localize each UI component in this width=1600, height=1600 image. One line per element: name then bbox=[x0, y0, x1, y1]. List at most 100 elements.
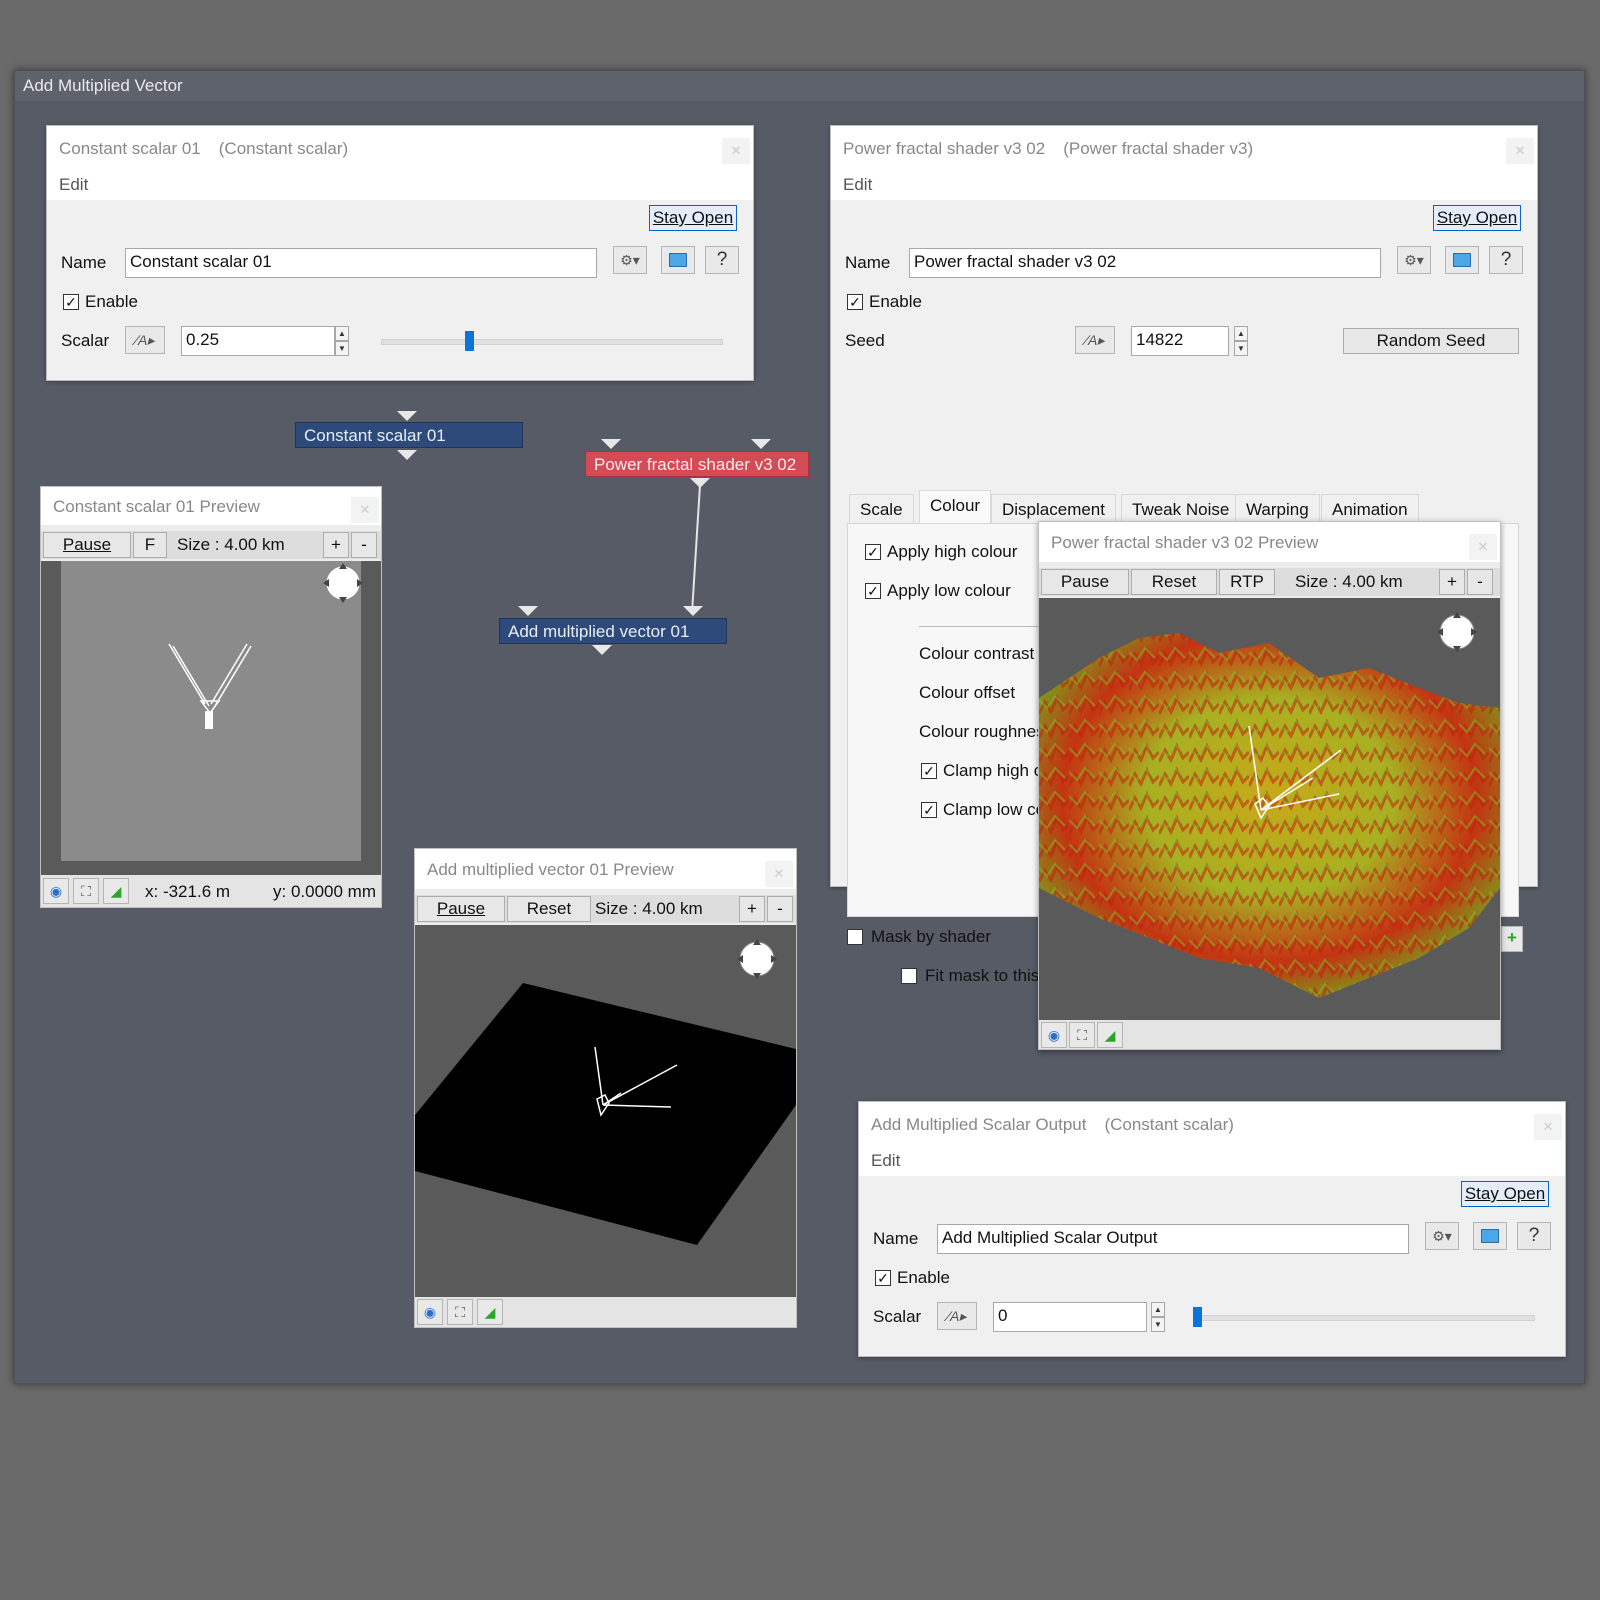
zoom-out-button[interactable]: - bbox=[351, 532, 377, 558]
tab-colour[interactable]: Colour bbox=[919, 490, 992, 524]
panel-title-text: Power fractal shader v3 02 bbox=[843, 139, 1046, 158]
graph-icon[interactable]: ◢ bbox=[103, 878, 129, 904]
apply-high-colour-label: Apply high colour bbox=[887, 542, 1018, 561]
zoom-out-button[interactable]: - bbox=[767, 896, 793, 922]
node-output-pin[interactable] bbox=[690, 478, 710, 488]
node-input-pin[interactable] bbox=[518, 606, 538, 616]
spin-up[interactable]: ▲ bbox=[335, 326, 349, 341]
scalar-label: Scalar bbox=[61, 331, 110, 350]
add-icon[interactable]: + bbox=[1501, 926, 1523, 952]
gear-icon[interactable]: ⚙▾ bbox=[613, 246, 647, 274]
tab-tweak-noise[interactable]: Tweak Noise bbox=[1121, 494, 1241, 524]
node-input-pin[interactable] bbox=[601, 439, 621, 449]
random-seed-button[interactable]: Random Seed bbox=[1343, 328, 1519, 354]
seed-field[interactable]: 14822 bbox=[1131, 326, 1229, 356]
frame-icon[interactable]: ⛶ bbox=[1069, 1022, 1095, 1048]
stay-open-button[interactable]: Stay Open bbox=[649, 205, 737, 231]
name-field[interactable]: Power fractal shader v3 02 bbox=[909, 248, 1381, 278]
spin-down[interactable]: ▼ bbox=[335, 341, 349, 356]
window-icon[interactable] bbox=[661, 246, 695, 274]
curve-menu-icon[interactable]: ∕A▸ bbox=[125, 326, 165, 354]
edit-menu[interactable]: Edit bbox=[47, 170, 753, 200]
pause-button[interactable]: Pause bbox=[43, 532, 131, 558]
frame-icon[interactable]: ⛶ bbox=[447, 1299, 473, 1325]
close-icon[interactable]: ✕ bbox=[722, 138, 750, 164]
apply-high-colour-checkbox[interactable]: ✓ bbox=[865, 544, 881, 560]
fit-mask-checkbox[interactable] bbox=[901, 968, 917, 984]
mask-by-shader-checkbox[interactable] bbox=[847, 929, 863, 945]
edit-menu[interactable]: Edit bbox=[831, 170, 1537, 200]
edit-menu[interactable]: Edit bbox=[859, 1146, 1565, 1176]
curve-menu-icon[interactable]: ∕A▸ bbox=[1075, 326, 1115, 354]
name-field[interactable]: Add Multiplied Scalar Output bbox=[937, 1224, 1409, 1254]
node-input-pin[interactable] bbox=[683, 606, 703, 616]
node-output-pin[interactable] bbox=[397, 450, 417, 460]
name-field[interactable]: Constant scalar 01 bbox=[125, 248, 597, 278]
graph-icon[interactable]: ◢ bbox=[1097, 1022, 1123, 1048]
close-icon[interactable]: ✕ bbox=[1506, 138, 1534, 164]
vector-preview-image[interactable] bbox=[415, 925, 796, 1297]
node-input-pin[interactable] bbox=[397, 411, 417, 421]
window-icon[interactable] bbox=[1473, 1222, 1507, 1250]
close-icon[interactable]: ✕ bbox=[351, 497, 379, 523]
clamp-high-checkbox[interactable]: ✓ bbox=[921, 763, 937, 779]
scalar-slider[interactable] bbox=[1193, 1315, 1535, 1321]
reset-button[interactable]: Reset bbox=[507, 896, 591, 922]
zoom-in-button[interactable]: + bbox=[1439, 569, 1465, 595]
tab-warping[interactable]: Warping bbox=[1235, 494, 1320, 524]
tab-displacement[interactable]: Displacement bbox=[991, 494, 1116, 524]
node-add-multiplied-vector[interactable]: Add multiplied vector 01 bbox=[499, 618, 727, 644]
enable-checkbox[interactable]: ✓ bbox=[63, 294, 79, 310]
eye-icon[interactable]: ◉ bbox=[417, 1299, 443, 1325]
graph-icon[interactable]: ◢ bbox=[477, 1299, 503, 1325]
slider-thumb[interactable] bbox=[465, 331, 474, 351]
scalar-slider[interactable] bbox=[381, 339, 723, 345]
zoom-in-button[interactable]: + bbox=[323, 532, 349, 558]
scalar-field[interactable]: 0.25 bbox=[181, 326, 335, 356]
enable-checkbox[interactable]: ✓ bbox=[847, 294, 863, 310]
node-input-pin[interactable] bbox=[751, 439, 771, 449]
spin-up[interactable]: ▲ bbox=[1234, 326, 1248, 341]
clamp-low-checkbox[interactable]: ✓ bbox=[921, 802, 937, 818]
terrain-preview-image[interactable] bbox=[1039, 598, 1500, 1020]
pause-button[interactable]: Pause bbox=[417, 896, 505, 922]
pause-button[interactable]: Pause bbox=[1041, 569, 1129, 595]
help-button[interactable]: ? bbox=[1517, 1222, 1551, 1250]
enable-checkbox[interactable]: ✓ bbox=[875, 1270, 891, 1286]
enable-label: Enable bbox=[85, 292, 138, 311]
tab-scale[interactable]: Scale bbox=[849, 494, 914, 524]
eye-icon[interactable]: ◉ bbox=[43, 878, 69, 904]
apply-low-colour-checkbox[interactable]: ✓ bbox=[865, 583, 881, 599]
constant-preview-image[interactable] bbox=[41, 561, 381, 875]
stay-open-button[interactable]: Stay Open bbox=[1461, 1181, 1549, 1207]
help-button[interactable]: ? bbox=[705, 246, 739, 274]
node-power-fractal[interactable]: Power fractal shader v3 02 bbox=[585, 451, 809, 477]
frame-icon[interactable]: ⛶ bbox=[73, 878, 99, 904]
panel-title: Power fractal shader v3 02 Preview bbox=[1039, 522, 1500, 562]
truncated-button[interactable]: F bbox=[133, 532, 167, 558]
eye-icon[interactable]: ◉ bbox=[1041, 1022, 1067, 1048]
curve-menu-icon[interactable]: ∕A▸ bbox=[937, 1302, 977, 1330]
gear-icon[interactable]: ⚙▾ bbox=[1425, 1222, 1459, 1250]
spin-up[interactable]: ▲ bbox=[1151, 1302, 1165, 1317]
spin-down[interactable]: ▼ bbox=[1234, 341, 1248, 356]
zoom-out-button[interactable]: - bbox=[1467, 569, 1493, 595]
panel-title-text: Constant scalar 01 bbox=[59, 139, 201, 158]
tab-animation[interactable]: Animation bbox=[1321, 494, 1419, 524]
spin-down[interactable]: ▼ bbox=[1151, 1317, 1165, 1332]
node-output-pin[interactable] bbox=[592, 645, 612, 655]
help-button[interactable]: ? bbox=[1489, 246, 1523, 274]
rtp-button[interactable]: RTP bbox=[1219, 569, 1275, 595]
close-icon[interactable]: ✕ bbox=[765, 861, 793, 887]
gear-icon[interactable]: ⚙▾ bbox=[1397, 246, 1431, 274]
close-icon[interactable]: ✕ bbox=[1469, 534, 1497, 560]
stay-open-button[interactable]: Stay Open bbox=[1433, 205, 1521, 231]
node-constant-scalar[interactable]: Constant scalar 01 bbox=[295, 422, 523, 448]
zoom-in-button[interactable]: + bbox=[739, 896, 765, 922]
window-icon[interactable] bbox=[1445, 246, 1479, 274]
slider-thumb[interactable] bbox=[1193, 1307, 1202, 1327]
reset-button[interactable]: Reset bbox=[1131, 569, 1217, 595]
colour-offset-label: Colour offset bbox=[919, 683, 1016, 702]
close-icon[interactable]: ✕ bbox=[1534, 1114, 1562, 1140]
scalar-field[interactable]: 0 bbox=[993, 1302, 1147, 1332]
